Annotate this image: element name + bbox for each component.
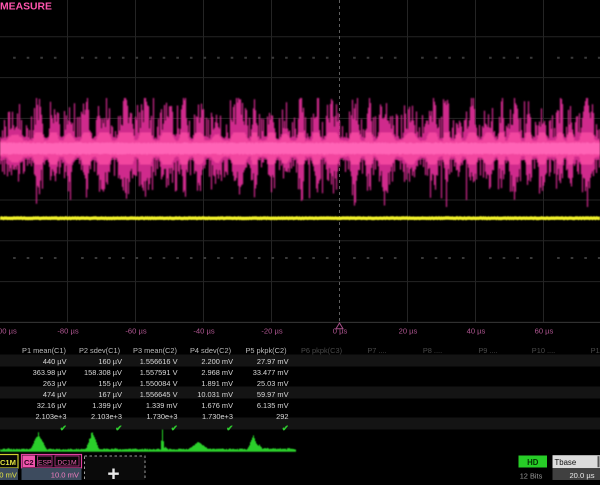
svg-text:1.557591 V: 1.557591 V xyxy=(140,368,178,377)
svg-text:12 Bits: 12 Bits xyxy=(520,471,543,480)
svg-text:1.550084 V: 1.550084 V xyxy=(140,379,178,388)
svg-text:474 µV: 474 µV xyxy=(43,390,67,399)
svg-text:20.0 µs: 20.0 µs xyxy=(569,471,594,480)
svg-text:P11 ..: P11 .. xyxy=(591,346,600,355)
svg-text:2.968 mV: 2.968 mV xyxy=(201,368,233,377)
svg-text:363.98 µV: 363.98 µV xyxy=(33,368,67,377)
svg-text:40 µs: 40 µs xyxy=(467,327,486,336)
svg-text:1.339 mV: 1.339 mV xyxy=(146,401,178,410)
svg-text:2.103e+3: 2.103e+3 xyxy=(91,412,122,421)
svg-text:DC1M: DC1M xyxy=(57,460,77,467)
svg-text:P2 sdev(C1): P2 sdev(C1) xyxy=(79,346,120,355)
svg-text:1.556616 V: 1.556616 V xyxy=(140,357,178,366)
svg-text:2.103e+3: 2.103e+3 xyxy=(35,412,66,421)
svg-text:✔: ✔ xyxy=(282,423,289,433)
svg-text:P10 ....: P10 .... xyxy=(532,346,555,355)
svg-text:25.03 mV: 25.03 mV xyxy=(257,379,289,388)
svg-text:P6 pkpk(C3): P6 pkpk(C3) xyxy=(301,346,342,355)
svg-text:ESP: ESP xyxy=(38,460,52,467)
svg-text:167 µV: 167 µV xyxy=(98,390,122,399)
svg-text:1.556645 V: 1.556645 V xyxy=(140,390,178,399)
svg-text:158.308 µV: 158.308 µV xyxy=(84,368,122,377)
svg-text:292: 292 xyxy=(276,412,288,421)
svg-text:160 µV: 160 µV xyxy=(98,357,122,366)
svg-text:440 µV: 440 µV xyxy=(43,357,67,366)
svg-text:P5 pkpk(C2): P5 pkpk(C2) xyxy=(245,346,286,355)
svg-text:1.676 mV: 1.676 mV xyxy=(201,401,233,410)
svg-text:10.0 mV: 10.0 mV xyxy=(51,471,80,480)
svg-text:1.399 µV: 1.399 µV xyxy=(92,401,122,410)
svg-text:-20 µs: -20 µs xyxy=(261,327,282,336)
svg-text:10.031 mV: 10.031 mV xyxy=(197,390,233,399)
svg-text:1.730e+3: 1.730e+3 xyxy=(202,412,233,421)
svg-text:6.135 mV: 6.135 mV xyxy=(257,401,289,410)
svg-text:60 µs: 60 µs xyxy=(535,327,554,336)
svg-text:27.97 mV: 27.97 mV xyxy=(257,357,289,366)
svg-text:P9 ....: P9 .... xyxy=(478,346,497,355)
svg-text:P4 sdev(C2): P4 sdev(C2) xyxy=(190,346,231,355)
svg-text:-40 µs: -40 µs xyxy=(193,327,214,336)
svg-text:1.891 mV: 1.891 mV xyxy=(201,379,233,388)
svg-text:C2: C2 xyxy=(24,458,34,467)
svg-text:MEASURE: MEASURE xyxy=(0,1,52,12)
svg-text:DC1M: DC1M xyxy=(0,458,16,467)
svg-text:33.477 mV: 33.477 mV xyxy=(253,368,289,377)
svg-text:✔: ✔ xyxy=(115,423,122,433)
svg-text:P3 mean(C2): P3 mean(C2) xyxy=(133,346,177,355)
svg-text:1.730e+3: 1.730e+3 xyxy=(146,412,177,421)
svg-text:0 µs: 0 µs xyxy=(333,327,348,336)
svg-text:Tbase: Tbase xyxy=(555,458,577,467)
svg-text:✔: ✔ xyxy=(226,423,233,433)
svg-text:-60 µs: -60 µs xyxy=(125,327,146,336)
svg-text:P8 ....: P8 .... xyxy=(423,346,442,355)
svg-text:2.200 mV: 2.200 mV xyxy=(201,357,233,366)
svg-text:59.97 mV: 59.97 mV xyxy=(257,390,289,399)
svg-text:0 mV: 0 mV xyxy=(0,471,18,480)
svg-text:-100 µs: -100 µs xyxy=(0,327,17,336)
svg-text:263 µV: 263 µV xyxy=(43,379,67,388)
svg-text:155 µV: 155 µV xyxy=(98,379,122,388)
svg-text:-80 µs: -80 µs xyxy=(57,327,78,336)
svg-text:✔: ✔ xyxy=(60,423,67,433)
svg-text:20 µs: 20 µs xyxy=(399,327,418,336)
svg-text:P1 mean(C1): P1 mean(C1) xyxy=(22,346,66,355)
svg-text:✔: ✔ xyxy=(171,423,178,433)
svg-text:32.16 µV: 32.16 µV xyxy=(37,401,67,410)
svg-text:HD: HD xyxy=(527,458,539,467)
svg-text:P7 ....: P7 .... xyxy=(367,346,386,355)
